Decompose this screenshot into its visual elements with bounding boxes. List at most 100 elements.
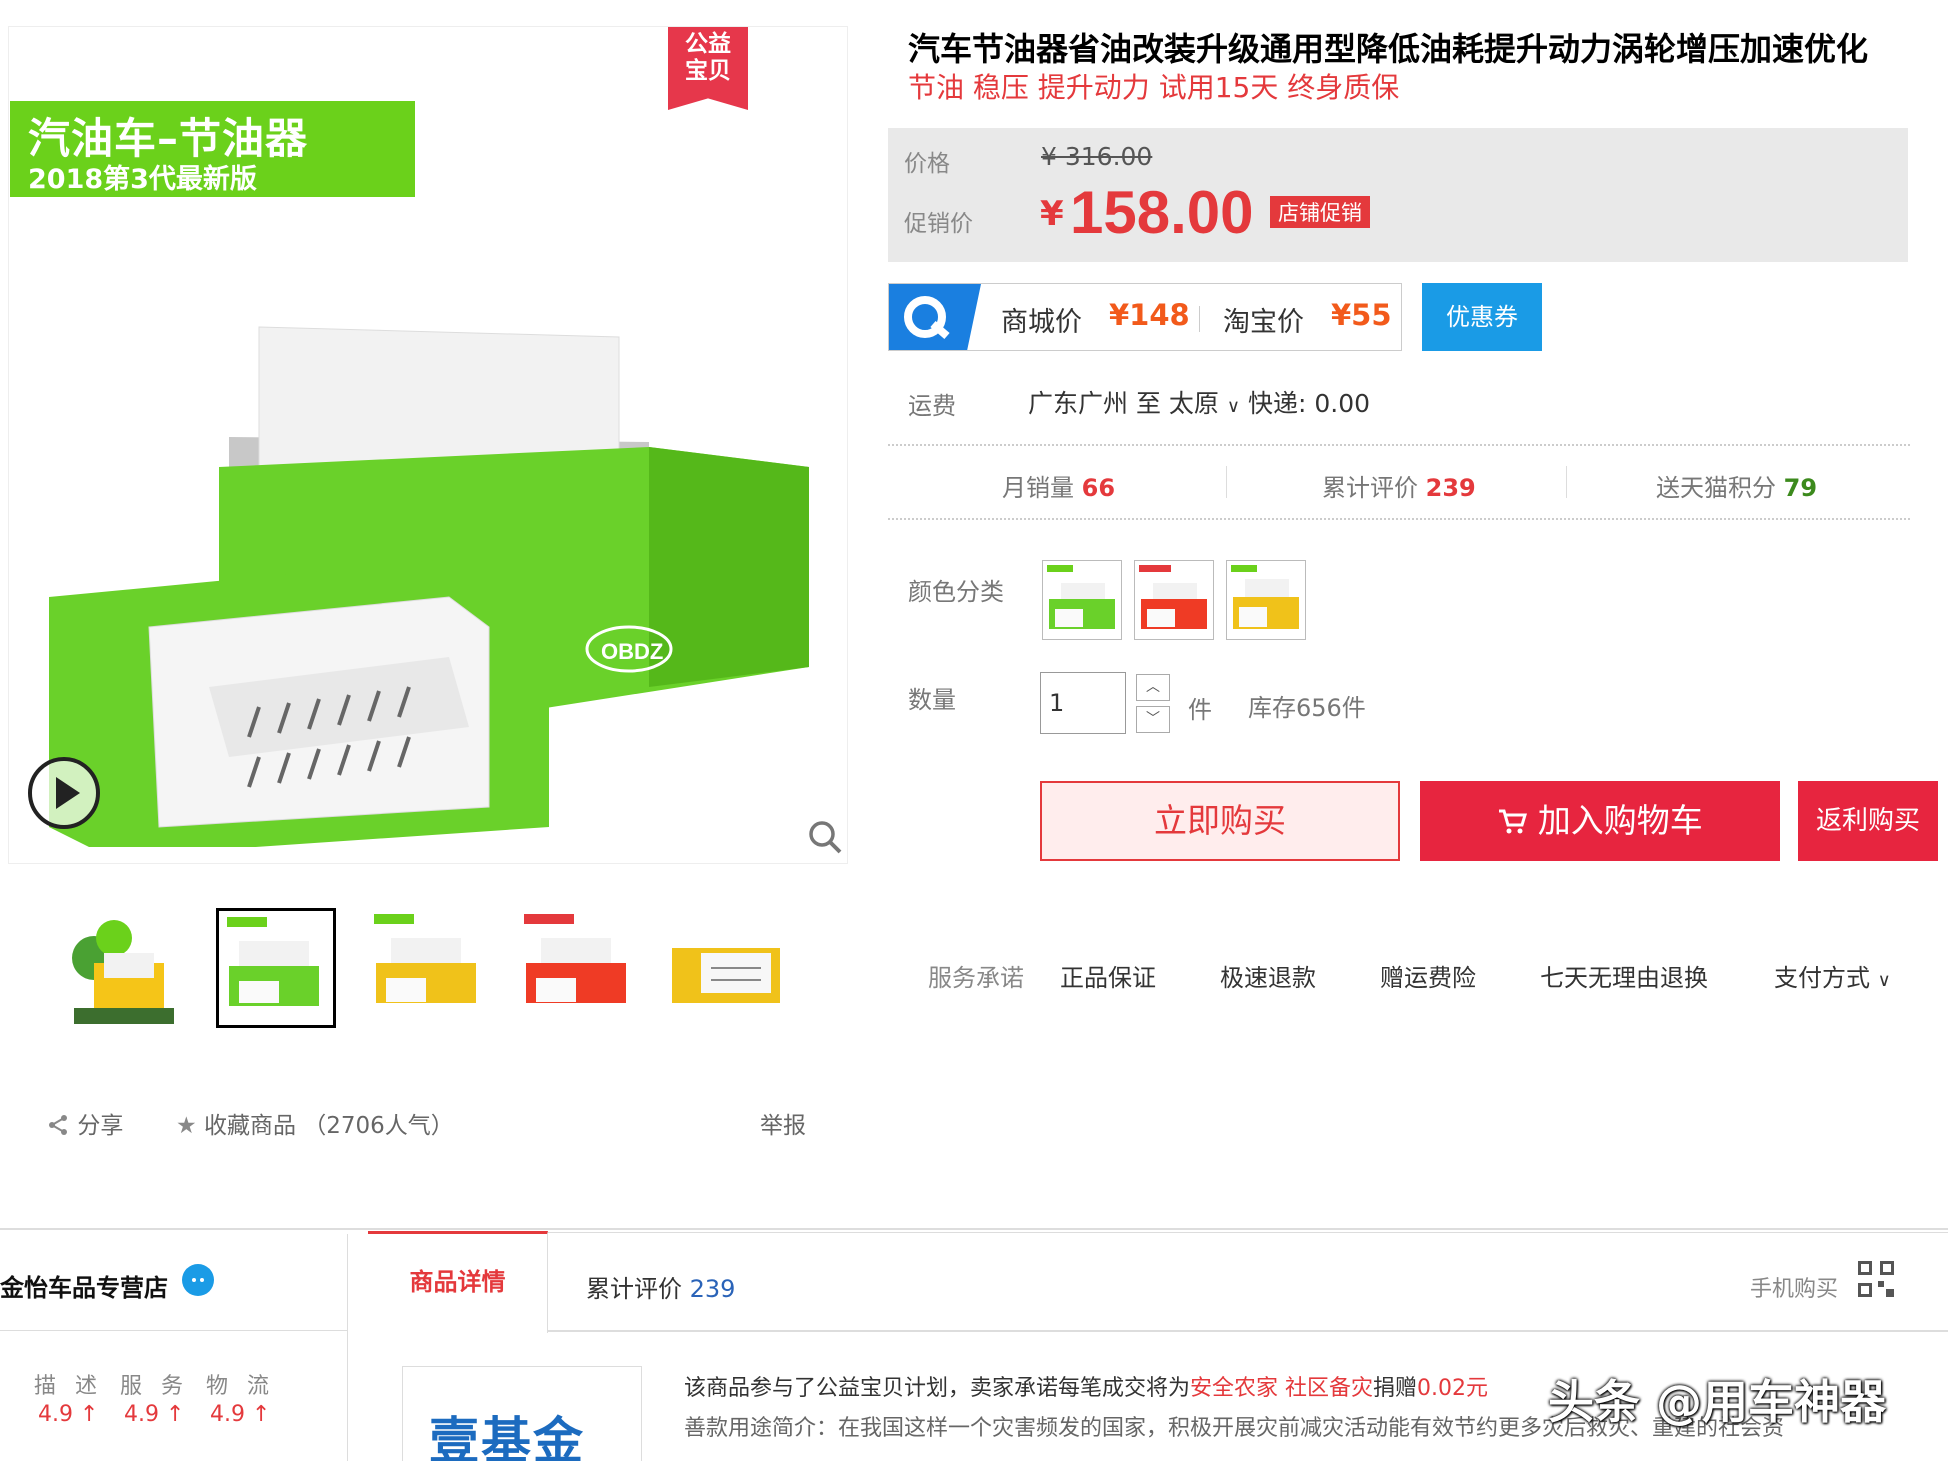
thumbnail-1[interactable] (64, 908, 184, 1028)
price-comparison: 商城价 ¥148 淘宝价 ¥55 (888, 283, 1402, 351)
quantity-decrement-button[interactable]: ﹀ (1136, 706, 1170, 733)
mobile-buy-link[interactable]: 手机购买 (1750, 1271, 1838, 1303)
coupon-button[interactable]: 优惠券 (1422, 283, 1542, 351)
shipping-route[interactable]: 广东广州 至 太原 (1028, 389, 1219, 418)
review-count[interactable]: 累计评价 239 (1322, 468, 1476, 503)
qr-code-icon[interactable] (1856, 1259, 1896, 1299)
divider (1226, 466, 1227, 498)
thumbnail-image (227, 917, 319, 1006)
tab-product-details[interactable]: 商品详情 (368, 1231, 548, 1333)
tab-reviews-label: 累计评价 (586, 1275, 682, 1303)
charity-logo: 壹基金 (402, 1366, 642, 1461)
detail-tab-bar: 商品详情 累计评价 239 手机购买 (368, 1231, 1948, 1333)
score-label-description: 描 述 (34, 1374, 103, 1399)
main-product-image[interactable]: 汽油车–节油器 2018第3代最新版 公益宝贝 OBDZ (8, 26, 848, 864)
quantity-input[interactable]: 1 (1040, 672, 1126, 734)
quantity-increment-button[interactable]: ︿ (1136, 674, 1170, 701)
arrow-up-icon: ↑ (80, 1402, 99, 1427)
tab-reviews[interactable]: 累计评价 239 (586, 1269, 735, 1304)
original-price-label: 价格 (904, 151, 950, 177)
promo-price-label: 促销价 (904, 211, 973, 237)
chat-icon[interactable] (182, 1264, 214, 1296)
charity-logo-text: 壹基金 (429, 1412, 585, 1461)
service-item[interactable]: 极速退款 (1220, 958, 1316, 993)
divider (888, 444, 1910, 446)
zoom-icon[interactable] (805, 817, 845, 857)
charity-ribbon-label: 公益宝贝 (685, 31, 731, 84)
product-subtitle: 节油 稳压 提升动力 试用15天 终身质保 (908, 71, 1400, 104)
rebate-buy-button[interactable]: 返利购买 (1798, 781, 1938, 861)
add-to-cart-button[interactable]: 加入购物车 (1420, 781, 1780, 861)
store-promo-tag: 店铺促销 (1270, 196, 1370, 228)
shipping-label: 运费 (908, 392, 956, 420)
shipping-info: 广东广州 至 太原 ∨ 快递: 0.00 (1028, 384, 1370, 420)
thumbnail-image (672, 948, 780, 1003)
shipping-fee: 快递: 0.00 (1248, 389, 1371, 418)
share-icon (49, 1115, 67, 1135)
score-description: 4.9 ↑ (38, 1402, 99, 1427)
share-label: 分享 (77, 1113, 124, 1139)
monthly-sales-value: 66 (1081, 474, 1116, 502)
tab-reviews-count: 239 (689, 1275, 736, 1303)
favorite-count: （2706人气） (303, 1113, 454, 1139)
service-item[interactable]: 正品保证 (1060, 958, 1156, 993)
payment-methods-dropdown[interactable]: 支付方式 ∨ (1774, 958, 1891, 993)
tmall-points-value: 79 (1783, 474, 1818, 502)
device-brand-text: OBDZ (601, 639, 663, 664)
service-item[interactable]: 七天无理由退换 (1540, 958, 1708, 993)
service-label: 服务承诺 (928, 964, 1024, 992)
divider (888, 518, 1910, 520)
tmall-points: 送天猫积分 79 (1656, 468, 1817, 503)
color-swatch-yellow[interactable] (1226, 560, 1306, 640)
thumbnail-4[interactable] (516, 908, 636, 1028)
favorite-button[interactable]: ★ 收藏商品 （2706人气） (176, 1106, 454, 1140)
quantity-label: 数量 (908, 686, 956, 714)
thumbnail-2[interactable] (216, 908, 336, 1028)
thumbnail-5[interactable] (666, 908, 786, 1028)
add-to-cart-label: 加入购物车 (1537, 801, 1703, 840)
chevron-down-icon[interactable]: ∨ (1227, 396, 1240, 417)
taobao-price-label: 淘宝价 (1223, 307, 1304, 338)
review-count-label: 累计评价 (1322, 474, 1418, 502)
divider (1566, 466, 1567, 498)
share-button[interactable]: 分享 (48, 1106, 123, 1140)
payment-methods-label: 支付方式 (1774, 964, 1870, 992)
buy-now-button[interactable]: 立即购买 (1040, 781, 1400, 861)
promo-price: 158.00 (1070, 179, 1254, 246)
color-label: 颜色分类 (908, 578, 1004, 606)
thumbnail-image (374, 914, 476, 1003)
monthly-sales: 月销量 66 (1002, 468, 1115, 503)
color-swatch-red[interactable] (1134, 560, 1214, 640)
chevron-down-icon: ∨ (1877, 970, 1891, 991)
promo-banner: 汽油车–节油器 2018第3代最新版 (10, 101, 415, 197)
star-icon: ★ (176, 1113, 197, 1139)
obd-device-illustration: OBDZ (49, 326, 809, 847)
promo-banner-subtitle: 2018第3代最新版 (28, 164, 257, 195)
cart-icon (1499, 809, 1528, 834)
score-label-logistics: 物 流 (206, 1374, 275, 1399)
report-link[interactable]: 举报 (760, 1106, 806, 1140)
favorite-label: 收藏商品 (203, 1113, 296, 1139)
charity-ribbon: 公益宝贝 (668, 27, 748, 110)
monthly-sales-label: 月销量 (1002, 474, 1074, 502)
divider (0, 1330, 348, 1331)
arrow-up-icon: ↑ (252, 1402, 271, 1427)
currency-symbol: ¥ (1040, 194, 1064, 234)
service-item[interactable]: 赠运费险 (1380, 958, 1476, 993)
watermark: 头条 @用车神器 (1548, 1375, 1887, 1429)
store-name[interactable]: 金怡车品专营店 (0, 1268, 168, 1303)
divider (1199, 306, 1200, 332)
section-divider (0, 1228, 1948, 1230)
mall-price: ¥148 (1109, 298, 1190, 332)
color-swatch-green[interactable] (1042, 560, 1122, 640)
quantity-unit: 件 (1188, 696, 1212, 724)
tmall-points-label: 送天猫积分 (1656, 474, 1776, 502)
score-logistics: 4.9 ↑ (210, 1402, 271, 1427)
thumbnail-3[interactable] (366, 908, 486, 1028)
play-icon (56, 777, 80, 809)
play-video-button[interactable] (28, 757, 100, 829)
stock-count: 库存656件 (1248, 694, 1366, 722)
thumbnail-image (72, 920, 174, 1024)
arrow-up-icon: ↑ (166, 1402, 185, 1427)
charity-statement: 该商品参与了公益宝贝计划，卖家承诺每笔成交将为安全农家 社区备灾捐赠0.02元 (684, 1376, 1489, 1401)
